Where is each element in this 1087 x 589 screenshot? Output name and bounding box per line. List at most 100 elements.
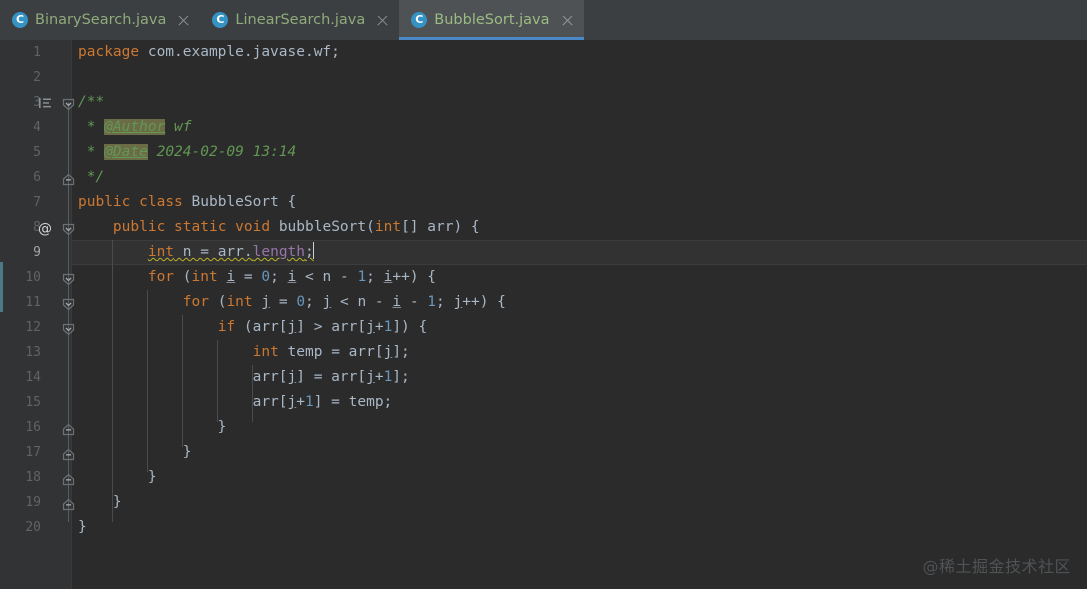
code-line[interactable]: } (78, 415, 227, 440)
line-number: 3 (33, 95, 41, 110)
code-line[interactable]: int temp = arr[j]; (78, 340, 410, 365)
token-closing-brace: } (78, 519, 87, 535)
tab-label: BubbleSort.java (434, 12, 550, 28)
override-annotation-icon[interactable]: @ (37, 220, 53, 236)
line-number: 1 (33, 45, 41, 60)
line-number: 13 (25, 345, 41, 360)
vcs-change-strip[interactable] (0, 40, 7, 589)
line-number: 2 (33, 70, 41, 85)
token-keyword-for: for (182, 294, 209, 310)
code-line[interactable]: arr[j] = arr[j+1]; (78, 365, 410, 390)
token-javadoc-star: * (78, 144, 105, 160)
code-text-area[interactable]: package com.example.javase.wf; /** * @Au… (72, 40, 1087, 589)
token-variable-i: i (226, 269, 236, 285)
token-javadoc-open: /** (78, 94, 105, 110)
tab-linearsearch-java[interactable]: C LinearSearch.java (200, 0, 399, 40)
token-param: [] arr) { (401, 219, 480, 235)
token-keyword-int: int (374, 219, 402, 235)
code-line[interactable]: /** (78, 90, 104, 115)
token-keyword-if: if (217, 319, 236, 335)
token-keyword-public: public (78, 194, 131, 210)
tab-bubblesort-java[interactable]: C BubbleSort.java (399, 0, 584, 40)
java-class-icon: C (12, 12, 28, 28)
token-method-name: bubbleSort( (270, 219, 375, 235)
editor-tab-bar: C BinarySearch.java C LinearSearch.java … (0, 0, 1087, 40)
token-number-zero: 0 (261, 269, 271, 285)
token-variable-n: n = arr. (174, 244, 253, 260)
warning-underline: int n = arr.length; (147, 244, 314, 260)
code-line[interactable]: arr[j+1] = temp; (78, 390, 393, 415)
token-variable-j: j (366, 319, 375, 335)
code-line[interactable]: } (78, 490, 122, 515)
close-icon[interactable] (561, 14, 574, 27)
token-javadoc-star: * (78, 119, 105, 135)
token-number-one: 1 (383, 369, 393, 385)
tab-binarysearch-java[interactable]: C BinarySearch.java (0, 0, 200, 40)
token-variable-j: j (287, 319, 297, 335)
text-caret (312, 242, 315, 259)
line-number: 20 (25, 520, 41, 535)
token-variable-j: j (287, 394, 297, 410)
token-number-one: 1 (427, 294, 437, 310)
token-javadoc-close: */ (78, 169, 105, 185)
token-keyword-class: class (139, 194, 183, 210)
line-number: 4 (33, 120, 41, 135)
token-field-length: length (252, 244, 306, 260)
token-variable-j: j (453, 294, 463, 310)
line-number: 18 (25, 470, 41, 485)
token-variable-j: j (383, 344, 393, 360)
token-variable-j: j (261, 294, 271, 310)
token-number-one: 1 (304, 394, 314, 410)
token-keyword-int: int (191, 269, 218, 285)
token-closing-brace: } (78, 469, 157, 485)
javadoc-date-value: 2024-02-09 13:14 (156, 144, 297, 160)
line-number: 5 (33, 145, 41, 160)
token-keyword-for: for (147, 269, 175, 285)
line-number: 16 (25, 420, 41, 435)
code-line[interactable]: public class BubbleSort { (78, 190, 296, 215)
token-keyword-package: package (78, 44, 140, 60)
line-number: 19 (25, 495, 41, 510)
code-line[interactable]: for (int j = 0; j < n - i - 1; j++) { (78, 290, 506, 315)
tab-label: BinarySearch.java (35, 12, 167, 28)
code-line[interactable]: package com.example.javase.wf; (78, 40, 340, 65)
token-variable-j: j (366, 369, 375, 385)
code-line[interactable]: if (arr[j] > arr[j+1]) { (78, 315, 428, 340)
close-icon[interactable] (177, 14, 190, 27)
watermark-text: @稀土掘金技术社区 (922, 557, 1071, 576)
java-class-icon: C (212, 12, 229, 28)
token-number-one: 1 (357, 269, 367, 285)
vcs-change-marker[interactable] (0, 262, 3, 312)
code-line[interactable]: * @Date 2024-02-09 13:14 (78, 140, 296, 165)
token-variable-i: i (392, 294, 402, 310)
token-variable-j: j (287, 369, 297, 385)
code-editor[interactable]: 1 2 3 4 5 6 7 8 9 10 11 12 13 14 15 16 1… (0, 40, 1087, 589)
close-icon[interactable] (376, 14, 389, 27)
code-line[interactable]: * @Author wf (78, 115, 192, 140)
token-closing-brace: } (78, 494, 122, 510)
line-number: 7 (33, 195, 41, 210)
token-number-zero: 0 (296, 294, 306, 310)
ide-window: C BinarySearch.java C LinearSearch.java … (0, 0, 1087, 589)
token-closing-brace: } (78, 444, 192, 460)
token-closing-brace: } (78, 419, 227, 435)
code-line[interactable]: for (int i = 0; i < n - 1; i++) { (78, 265, 436, 290)
code-line[interactable]: } (78, 440, 192, 465)
code-line[interactable]: } (78, 465, 157, 490)
token-variable-temp: temp = arr[ (278, 344, 384, 360)
code-line[interactable]: */ (78, 165, 104, 190)
javadoc-author-value: wf (174, 119, 192, 135)
javadoc-date-tag: @Date (104, 144, 148, 160)
line-number: 15 (25, 395, 41, 410)
token-keyword-int: int (252, 344, 279, 360)
code-line[interactable]: } (78, 515, 87, 540)
svg-text:@: @ (38, 221, 52, 236)
code-line-current[interactable]: int n = arr.length; (78, 240, 315, 265)
token-keyword-public: public (112, 219, 166, 235)
javadoc-author-tag: @Author (104, 119, 166, 135)
line-number: 17 (25, 445, 41, 460)
token-package-name: com.example.javase.wf; (139, 44, 340, 60)
code-line[interactable]: public static void bubbleSort(int[] arr)… (78, 215, 480, 240)
javadoc-list-icon[interactable] (38, 96, 52, 110)
